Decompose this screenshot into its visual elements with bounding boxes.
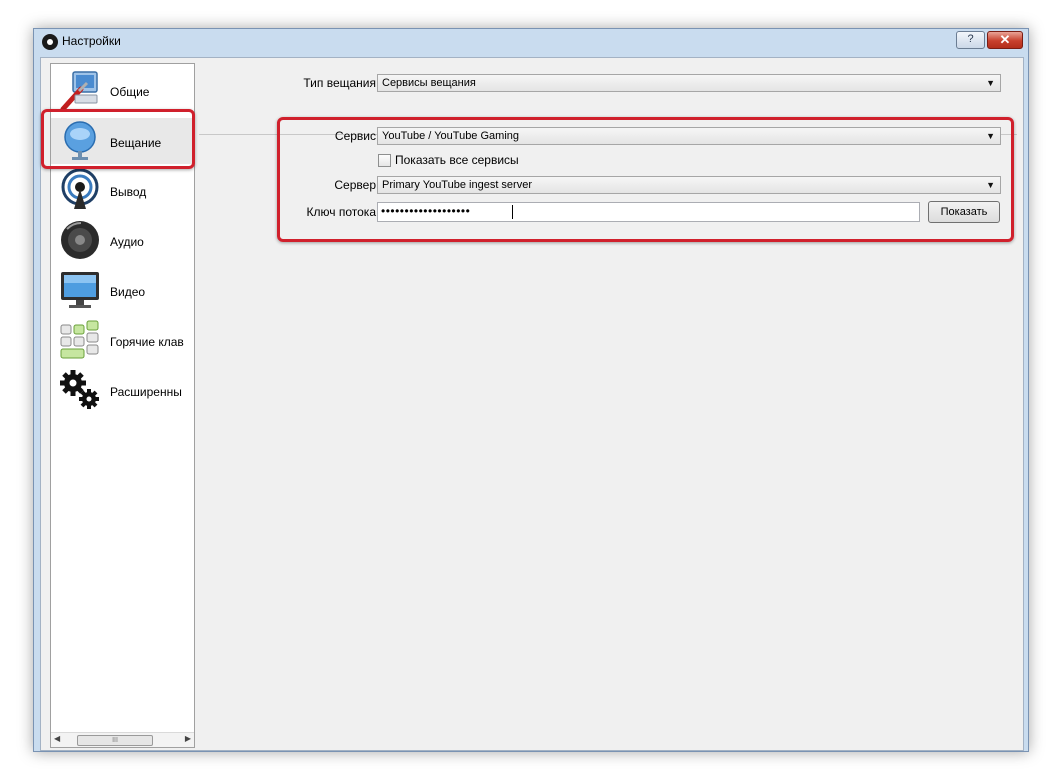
chevron-down-icon: ▼ xyxy=(986,78,995,88)
sidebar-item-label: Видео xyxy=(110,285,146,299)
stream-type-label: Тип вещания xyxy=(303,76,376,90)
output-signal-icon xyxy=(61,169,99,209)
broadcast-tab-highlight xyxy=(41,109,195,169)
scroll-left-icon[interactable]: ◀ xyxy=(54,734,60,743)
gears-icon xyxy=(60,370,99,409)
sidebar-item-hotkeys[interactable]: Горячие клав xyxy=(51,317,194,363)
sidebar-item-label: Расширенны xyxy=(110,385,182,399)
scroll-thumb[interactable]: III xyxy=(77,735,153,746)
sidebar-item-video[interactable]: Видео xyxy=(51,267,194,313)
sidebar-item-general[interactable]: Общие xyxy=(51,67,194,113)
scroll-right-icon[interactable]: ▶ xyxy=(185,734,191,743)
sidebar-horizontal-scrollbar[interactable]: ◀ III ▶ xyxy=(51,732,194,747)
sidebar-item-label: Вывод xyxy=(110,185,147,199)
sidebar-item-label: Общие xyxy=(110,85,150,99)
sidebar-item-audio[interactable]: Аудио xyxy=(51,217,194,263)
sidebar-item-label: Горячие клав xyxy=(110,335,184,349)
stream-type-dropdown[interactable]: Сервисы вещания ▼ xyxy=(377,74,1001,92)
sidebar-item-output[interactable]: Вывод xyxy=(51,167,194,213)
general-settings-icon xyxy=(60,71,98,111)
monitor-icon xyxy=(61,272,99,308)
stream-type-value: Сервисы вещания xyxy=(382,77,476,89)
sidebar-item-advanced[interactable]: Расширенны xyxy=(51,367,194,413)
title-bar[interactable]: Настройки ? ✕ xyxy=(34,29,1028,57)
speaker-icon xyxy=(61,221,99,259)
hotkeys-icon xyxy=(60,320,99,359)
service-settings-highlight xyxy=(277,117,1014,242)
sidebar-item-label: Аудио xyxy=(110,235,144,249)
window-title: Настройки xyxy=(62,34,121,48)
obs-logo-icon xyxy=(42,34,58,50)
help-button[interactable]: ? xyxy=(956,31,985,49)
close-button[interactable]: ✕ xyxy=(987,31,1023,49)
